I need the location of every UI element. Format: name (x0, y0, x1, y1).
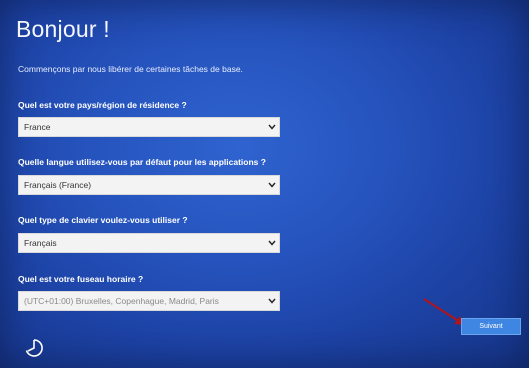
timezone-select[interactable]: (UTC+01:00) Bruxelles, Copenhague, Madri… (18, 291, 280, 311)
page-subtitle: Commençons par nous libérer de certaines… (18, 64, 243, 74)
keyboard-question-label: Quel type de clavier voulez-vous utilise… (18, 215, 188, 225)
chevron-down-icon (265, 291, 279, 311)
next-button[interactable]: Suivant (461, 318, 521, 335)
timezone-select-value: (UTC+01:00) Bruxelles, Copenhague, Madri… (24, 296, 219, 306)
country-select-value: France (24, 122, 51, 132)
language-question-label: Quelle langue utilisez-vous par défaut p… (18, 157, 266, 167)
chevron-down-icon (265, 117, 279, 137)
chevron-down-icon (265, 175, 279, 195)
country-question-label: Quel est votre pays/région de résidence … (18, 100, 187, 110)
chevron-down-icon (265, 233, 279, 253)
timezone-question-label: Quel est votre fuseau horaire ? (18, 274, 144, 284)
page-title: Bonjour ! (16, 16, 110, 42)
language-select-value: Français (France) (24, 180, 92, 190)
keyboard-select-value: Français (24, 238, 57, 248)
ease-of-access-icon[interactable] (24, 338, 44, 358)
country-select[interactable]: France (18, 117, 280, 137)
keyboard-select[interactable]: Français (18, 233, 280, 253)
language-select[interactable]: Français (France) (18, 175, 280, 195)
